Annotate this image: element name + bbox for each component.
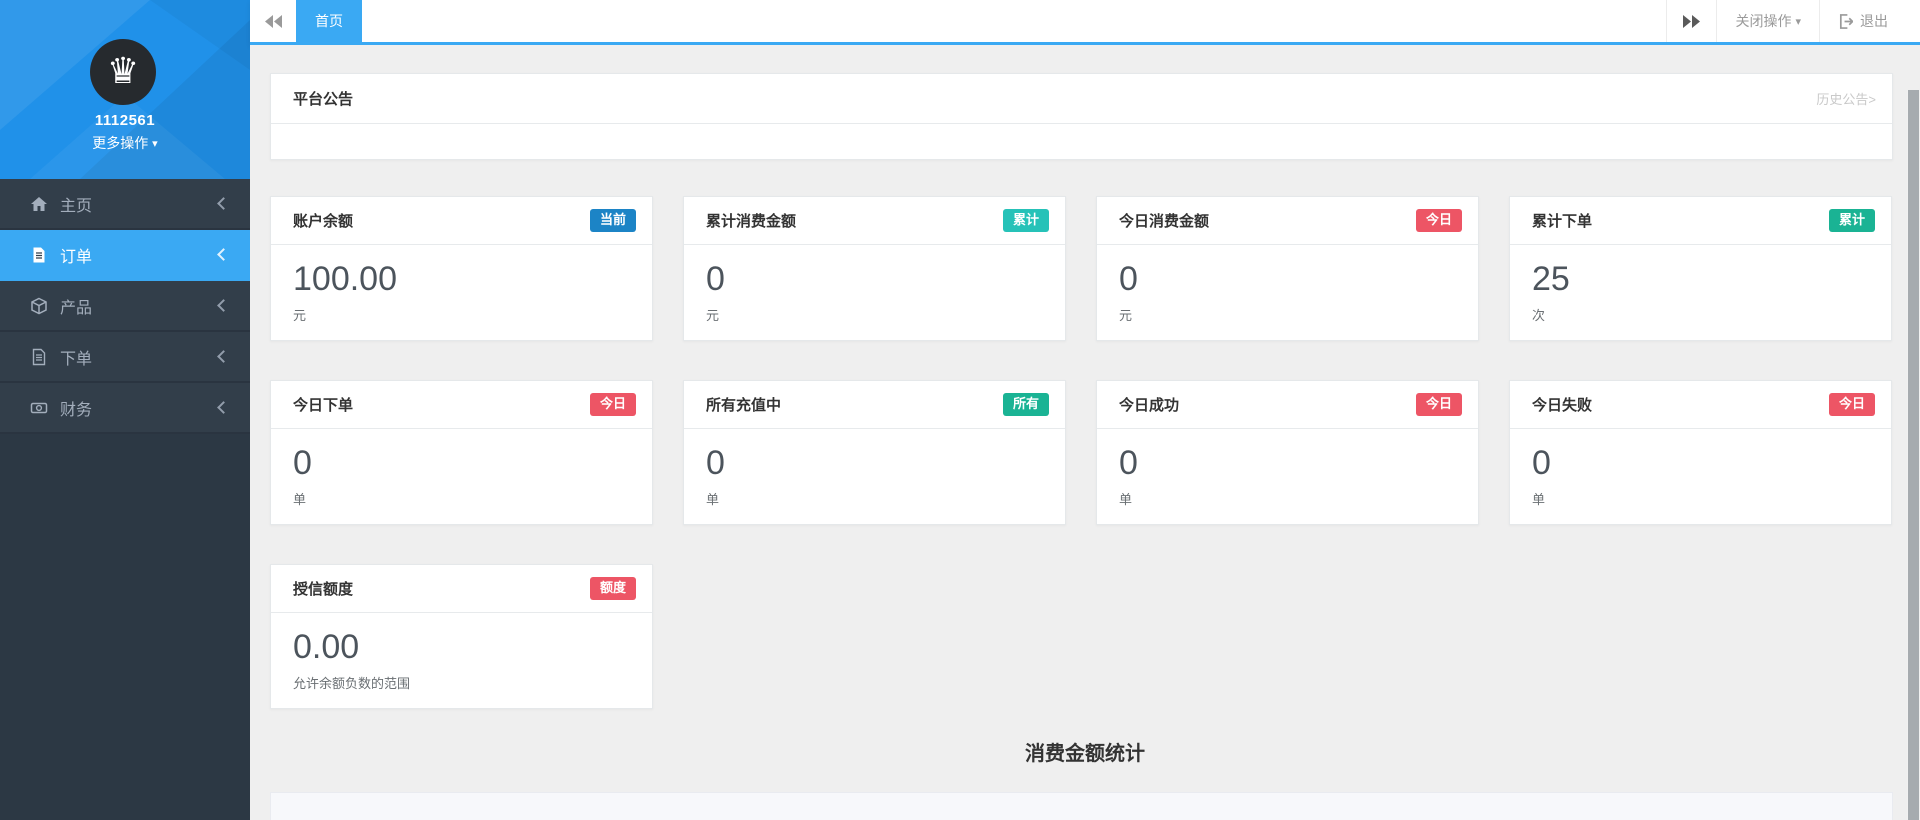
announcement-panel: 平台公告 历史公告> xyxy=(270,73,1893,160)
stats-grid: 账户余额 当前 100.00 元累计消费金额 累计 0 元今日消费金额 今日 0 元累计下单 累计 2… xyxy=(270,196,1893,709)
status-badge: 累计 xyxy=(1002,209,1049,232)
stat-card-3: 累计下单 累计 25 次 xyxy=(1509,196,1892,341)
stat-card-unit: 单 xyxy=(1532,492,1546,508)
status-badge: 当前 xyxy=(589,209,636,232)
chevron-left-icon xyxy=(217,247,230,261)
double-chevron-right-icon xyxy=(1683,14,1701,28)
sidebar-menu: 主页订单产品下单财务 xyxy=(0,179,250,434)
stat-card-unit: 元 xyxy=(1119,308,1133,324)
stat-card-unit: 元 xyxy=(293,308,307,324)
chevron-left-icon xyxy=(217,349,230,363)
stat-card-2: 今日消费金额 今日 0 元 xyxy=(1096,196,1479,341)
stat-card-5: 所有充值中 所有 0 单 xyxy=(683,380,1066,525)
tabs-scroll-left-button[interactable] xyxy=(250,0,296,42)
caret-down-icon: ▾ xyxy=(152,138,158,150)
status-badge: 今日 xyxy=(589,393,636,416)
stat-card-value: 0 xyxy=(706,260,725,298)
sidebar-item-3[interactable]: 下单 xyxy=(0,332,250,383)
tab-strip: 首页 xyxy=(296,0,362,42)
orders-icon xyxy=(30,246,48,264)
logout-label: 退出 xyxy=(1860,13,1888,29)
logout-button[interactable]: 退出 xyxy=(1819,0,1906,42)
more-actions-label: 更多操作 xyxy=(92,135,149,151)
stat-card-6: 今日成功 今日 0 单 xyxy=(1096,380,1479,525)
place-order-icon xyxy=(30,348,48,366)
stat-card-1: 累计消费金额 累计 0 元 xyxy=(683,196,1066,341)
stat-card-title: 累计消费金额 xyxy=(706,213,797,230)
stat-card-value: 0 xyxy=(1119,260,1138,298)
stat-card-value: 100.00 xyxy=(293,260,397,298)
stat-card-unit: 元 xyxy=(706,308,720,324)
sidebar-item-label: 主页 xyxy=(60,197,93,215)
close-actions-dropdown[interactable]: 关闭操作 ▾ xyxy=(1716,0,1819,42)
stat-card-unit: 单 xyxy=(706,492,720,508)
double-chevron-left-icon xyxy=(264,14,282,28)
sidebar-item-0[interactable]: 主页 xyxy=(0,179,250,230)
stat-card-value: 0 xyxy=(1119,444,1138,482)
stat-card-title: 今日失败 xyxy=(1532,397,1593,414)
sidebar-item-1[interactable]: 订单 xyxy=(0,230,250,281)
username: 1112561 xyxy=(94,112,156,129)
stat-card-unit: 次 xyxy=(1532,308,1546,324)
stat-card-4: 今日下单 今日 0 单 xyxy=(270,380,653,525)
status-badge: 所有 xyxy=(1002,393,1049,416)
stat-card-title: 账户余额 xyxy=(293,213,354,230)
chevron-left-icon xyxy=(217,196,230,210)
stat-card-0: 账户余额 当前 100.00 元 xyxy=(270,196,653,341)
sidebar-item-2[interactable]: 产品 xyxy=(0,281,250,332)
announcement-title: 平台公告 xyxy=(293,91,354,108)
history-announcements-link[interactable]: 历史公告> xyxy=(1816,89,1876,108)
stat-card-7: 今日失败 今日 0 单 xyxy=(1509,380,1892,525)
stat-card-title: 今日消费金额 xyxy=(1119,213,1210,230)
logout-icon xyxy=(1839,13,1853,29)
sidebar-header: ♛ 1112561 更多操作 ▾ xyxy=(0,0,250,179)
chart-section-title: 消费金额统计 xyxy=(1025,743,1145,765)
topbar: 首页 关闭操作 ▾ 退出 xyxy=(250,0,1920,45)
sidebar-item-4[interactable]: 财务 xyxy=(0,383,250,434)
stat-card-value: 25 xyxy=(1532,260,1570,298)
chevron-left-icon xyxy=(217,298,230,312)
stat-card-title: 授信额度 xyxy=(293,581,354,598)
stat-card-title: 累计下单 xyxy=(1532,213,1593,230)
chevron-left-icon xyxy=(217,400,230,414)
sidebar-item-label: 下单 xyxy=(60,350,93,368)
stat-card-unit: 允许余额负数的范围 xyxy=(293,676,411,692)
more-actions-dropdown[interactable]: 更多操作 ▾ xyxy=(0,133,250,153)
stat-card-value: 0.00 xyxy=(293,628,360,666)
product-icon xyxy=(30,297,48,315)
stat-card-value: 0 xyxy=(1532,444,1551,482)
tab-0[interactable]: 首页 xyxy=(296,0,362,42)
stat-card-unit: 单 xyxy=(293,492,307,508)
avatar[interactable]: ♛ xyxy=(90,39,156,105)
sidebar-item-label: 订单 xyxy=(60,248,93,266)
stat-card-value: 0 xyxy=(293,444,312,482)
caret-down-icon: ▾ xyxy=(1795,15,1801,28)
sidebar-item-label: 财务 xyxy=(60,401,93,419)
status-badge: 今日 xyxy=(1415,209,1462,232)
stat-card-title: 所有充值中 xyxy=(706,397,782,414)
tabs-scroll-right-button[interactable] xyxy=(1666,0,1716,42)
main-content: 平台公告 历史公告> 账户余额 当前 100.00 元累计消费金额 累计 0 元今日消费金额… xyxy=(250,45,1920,820)
status-badge: 今日 xyxy=(1415,393,1462,416)
chart-panel xyxy=(270,792,1893,820)
status-badge: 累计 xyxy=(1828,209,1875,232)
status-badge: 额度 xyxy=(589,577,636,600)
sidebar: ♛ 1112561 更多操作 ▾ 主页订单产品下单财务 xyxy=(0,0,250,820)
scrollbar-thumb[interactable] xyxy=(1908,90,1919,820)
stat-card-unit: 单 xyxy=(1119,492,1133,508)
vertical-scrollbar[interactable] xyxy=(1907,90,1920,820)
close-actions-label: 关闭操作 xyxy=(1735,13,1792,29)
stat-card-value: 0 xyxy=(706,444,725,482)
home-icon xyxy=(30,195,48,213)
crown-logo-icon: ♛ xyxy=(106,51,140,92)
sidebar-item-label: 产品 xyxy=(60,299,93,317)
stat-card-title: 今日下单 xyxy=(293,397,354,414)
status-badge: 今日 xyxy=(1828,393,1875,416)
stat-card-title: 今日成功 xyxy=(1119,397,1180,414)
stat-card-8: 授信额度 额度 0.00 允许余额负数的范围 xyxy=(270,564,653,709)
finance-icon xyxy=(30,399,48,417)
